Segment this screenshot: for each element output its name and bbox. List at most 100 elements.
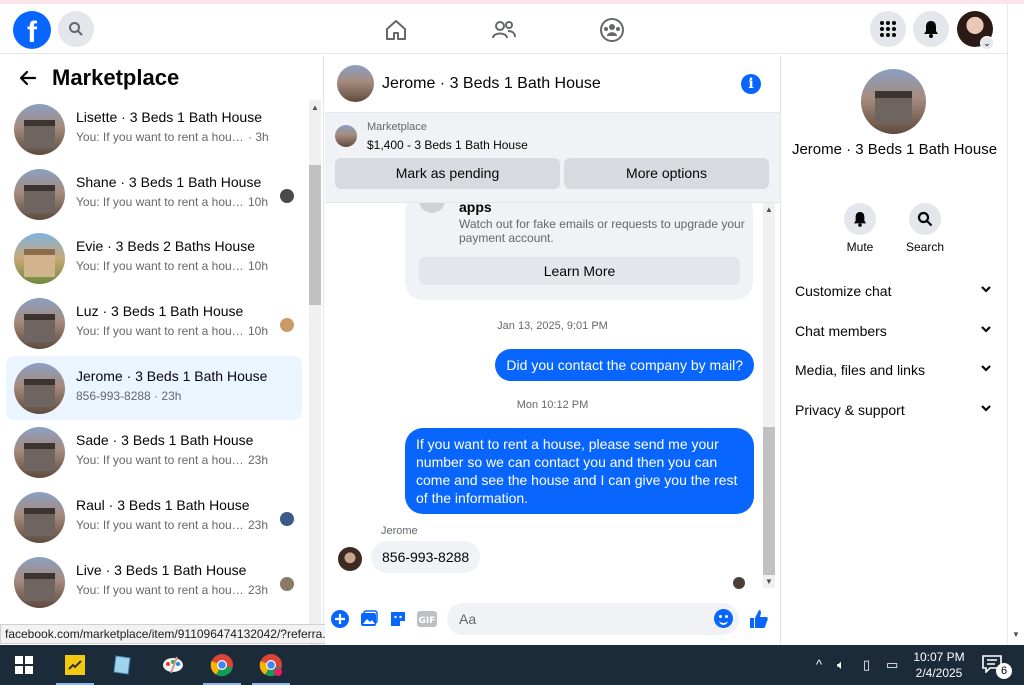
received-message[interactable]: 856-993-8288	[371, 541, 481, 573]
mute-label: Mute	[846, 240, 874, 254]
taskbar-chrome-profile[interactable]	[248, 645, 294, 685]
listing-thumbnail	[14, 104, 65, 155]
conversation-title: Evie · 3 Beds 2 Baths House	[76, 238, 255, 255]
conversation-item[interactable]: Luz · 3 Beds 1 Bath House You: If you wa…	[6, 291, 302, 356]
conversation-item[interactable]: Raul · 3 Beds 1 Bath House You: If you w…	[6, 485, 302, 550]
home-nav[interactable]	[381, 16, 411, 44]
clock[interactable]: 10:07 PM 2/4/2025	[905, 649, 973, 681]
message-timestamp: Jan 13, 2025, 9:01 PM	[497, 320, 608, 332]
chat-scrollbar[interactable]: ▲ ▼	[763, 203, 775, 588]
conversation-title: Sade · 3 Beds 1 Bath House	[76, 432, 254, 449]
start-button[interactable]	[1, 645, 47, 685]
sticker-icon[interactable]	[388, 609, 408, 629]
listing-thumbnail	[14, 362, 65, 414]
details-name: Jerome · 3 Beds 1 Bath House	[791, 141, 998, 158]
conversation-item[interactable]: Lisette · 3 Beds 1 Bath House You: If yo…	[6, 97, 302, 162]
media-files-links-section[interactable]: Media, files and links	[795, 362, 993, 378]
taskbar-sticky-notes[interactable]	[52, 645, 98, 685]
taskbar-app[interactable]	[100, 645, 146, 685]
privacy-support-section[interactable]: Privacy & support	[795, 402, 993, 418]
message-input[interactable]: Aa	[447, 603, 739, 635]
account-chevron-icon[interactable]: ⌄	[980, 36, 994, 50]
scroll-up-arrow-icon[interactable]: ▲	[765, 205, 773, 214]
conversation-item[interactable]: Live · 3 Beds 1 Bath House You: If you w…	[6, 550, 302, 615]
sent-message[interactable]: If you want to rent a house, please send…	[405, 428, 754, 514]
chat-title[interactable]: Jerome · 3 Beds 1 Bath House	[382, 75, 601, 93]
friends-nav[interactable]	[489, 16, 519, 44]
search-conversation-button[interactable]: Search	[895, 203, 955, 254]
chevron-down-icon	[981, 286, 991, 293]
conversation-time: · 3h	[248, 130, 269, 144]
chrome-icon	[259, 654, 282, 677]
taskbar-chrome[interactable]	[199, 645, 245, 685]
learn-more-button[interactable]: Learn More	[419, 257, 740, 285]
gif-icon[interactable]: GIF	[417, 609, 437, 629]
bell-icon	[853, 212, 867, 227]
conversation-preview: You: If you want to rent a hous...	[76, 194, 244, 209]
groups-icon	[600, 18, 624, 42]
customize-chat-section[interactable]: Customize chat	[795, 283, 993, 299]
action-center-button[interactable]: 6	[982, 655, 1012, 679]
message-thread: apps Watch out for fake emails or reques…	[325, 203, 780, 595]
search-icon	[917, 211, 933, 227]
scroll-down-arrow-icon[interactable]: ▼	[765, 577, 773, 586]
mark-as-pending-button[interactable]: Mark as pending	[335, 158, 560, 189]
conversation-preview: You: If you want to rent a hous...	[76, 518, 244, 533]
sender-name: Jerome	[381, 525, 418, 537]
conversation-list: Lisette · 3 Beds 1 Bath House You: If yo…	[6, 97, 302, 615]
chat-members-section[interactable]: Chat members	[795, 323, 993, 339]
paint-icon	[163, 656, 183, 674]
scrollbar-thumb[interactable]	[309, 165, 321, 305]
listing-price-title[interactable]: $1,400 - 3 Beds 1 Bath House	[367, 138, 528, 152]
chat-avatar[interactable]	[337, 65, 374, 102]
sidebar-title: Marketplace	[52, 65, 180, 90]
listing-thumbnail	[335, 125, 357, 147]
notifications-button[interactable]	[913, 11, 949, 47]
conversation-preview: You: If you want to rent a hous...	[76, 582, 244, 597]
gif-label: GIF	[419, 616, 436, 626]
photo-icon[interactable]	[359, 609, 379, 629]
sent-message[interactable]: Did you contact the company by mail?	[495, 349, 754, 381]
plus-icon[interactable]	[330, 609, 350, 629]
battery-icon[interactable]: ▯	[863, 657, 870, 673]
conversation-time: 23h	[248, 453, 269, 468]
thumbs-up-icon[interactable]	[749, 609, 769, 629]
conversation-item-active[interactable]: Jerome · 3 Beds 1 Bath House 856-993-828…	[6, 355, 302, 421]
groups-nav[interactable]	[597, 16, 627, 44]
message-composer: GIF Aa	[325, 600, 780, 645]
scrollbar-thumb[interactable]	[763, 427, 775, 575]
listing-banner: Marketplace $1,400 - 3 Beds 1 Bath House…	[325, 113, 780, 203]
clock-time: 10:07 PM	[913, 650, 965, 664]
conversation-item[interactable]: Sade · 3 Beds 1 Bath House You: If you w…	[6, 420, 302, 485]
taskbar-app[interactable]	[150, 645, 196, 685]
emoji-icon[interactable]	[714, 609, 733, 628]
facebook-logo[interactable]: f	[13, 11, 51, 49]
conversation-item[interactable]: Shane · 3 Beds 1 Bath House You: If you …	[6, 162, 302, 227]
show-hidden-icons-chevron-up-icon[interactable]: ^	[816, 657, 822, 672]
menu-button[interactable]	[870, 11, 906, 47]
conversation-title: Raul · 3 Beds 1 Bath House	[76, 497, 250, 514]
conversation-title: Luz · 3 Beds 1 Bath House	[76, 303, 244, 320]
more-options-button[interactable]: More options	[564, 158, 769, 189]
conversation-preview: You: If you want to rent a house, ...	[76, 259, 244, 274]
listing-thumbnail	[14, 427, 65, 479]
page-scrollbar[interactable]: ▼	[1007, 4, 1024, 645]
sidebar-scrollbar[interactable]: ▲	[309, 100, 321, 645]
scroll-up-arrow-icon[interactable]: ▲	[311, 103, 319, 112]
back-arrow-icon[interactable]	[18, 68, 38, 88]
mute-button[interactable]: Mute	[830, 203, 890, 254]
scroll-down-arrow-icon[interactable]: ▼	[1012, 630, 1020, 639]
volume-icon[interactable]: 🔈︎	[837, 657, 845, 673]
sender-avatar[interactable]	[338, 547, 362, 571]
conversation-time: 10h	[248, 324, 269, 339]
info-icon[interactable]: i	[741, 74, 761, 94]
details-avatar[interactable]	[861, 69, 926, 134]
conversation-time: 23h	[248, 518, 269, 533]
seen-avatar	[280, 318, 294, 333]
search-button[interactable]	[58, 11, 94, 47]
conversation-item[interactable]: Evie · 3 Beds 2 Baths House You: If you …	[6, 226, 302, 291]
conversation-sidebar: Marketplace Lisette · 3 Beds 1 Bath Hous…	[0, 55, 324, 645]
seen-avatar	[280, 512, 294, 527]
network-icon[interactable]: ▭	[886, 657, 898, 673]
conversation-title: Live · 3 Beds 1 Bath House	[76, 561, 247, 578]
